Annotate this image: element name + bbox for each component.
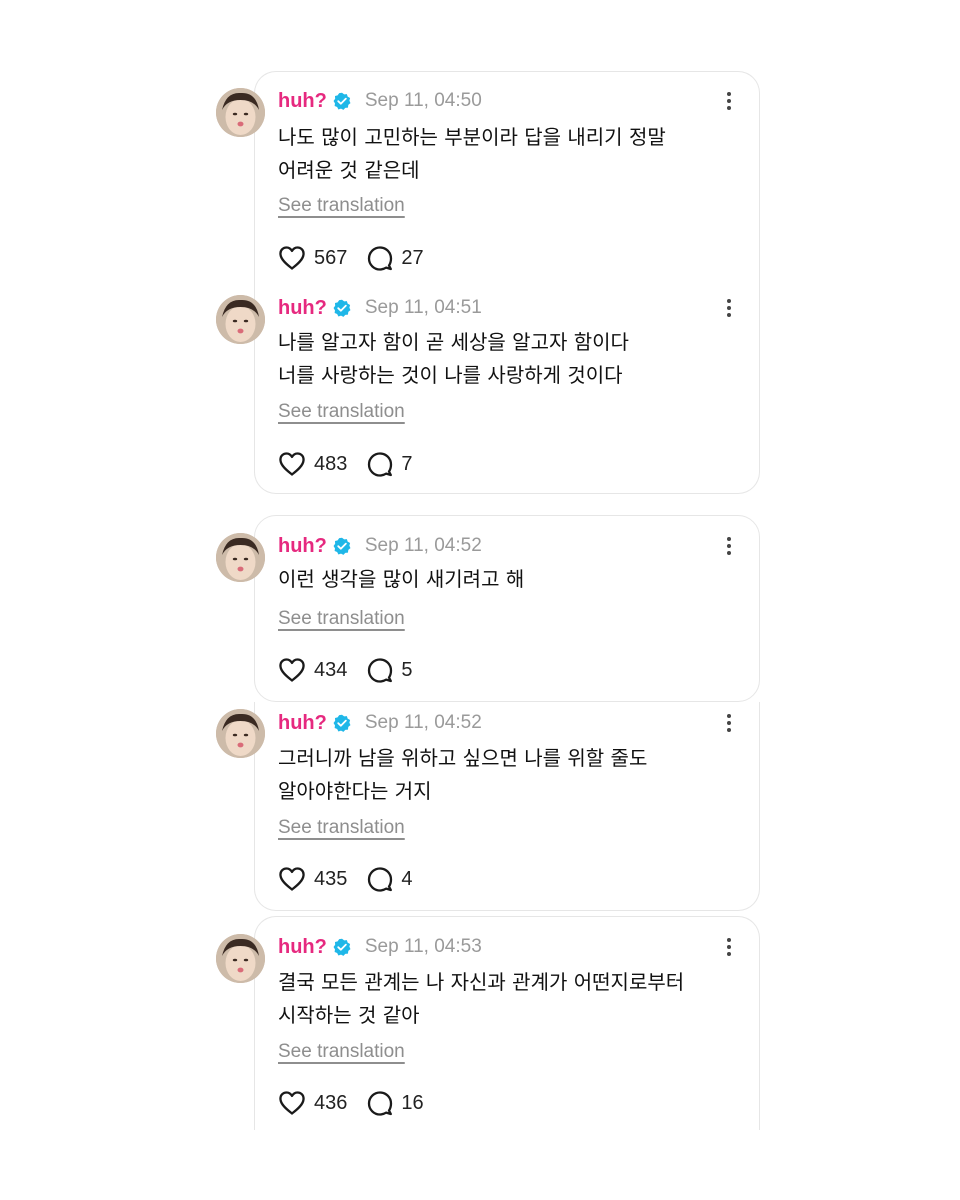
post-card: huh? Sep 11, 04:51 나를 알고자 함이 곧 세상을 알고자 함… (216, 282, 760, 494)
heart-icon (279, 658, 305, 682)
more-options-icon[interactable] (719, 91, 739, 111)
like-count: 436 (314, 1091, 348, 1114)
username[interactable]: huh? (278, 712, 327, 735)
verified-badge-icon (333, 714, 351, 732)
reply-count: 4 (401, 867, 413, 890)
heart-icon (279, 1091, 305, 1115)
verified-badge-icon (333, 938, 351, 956)
avatar[interactable] (216, 533, 265, 582)
username[interactable]: huh? (278, 297, 327, 320)
see-translation-link[interactable]: See translation (278, 608, 405, 630)
reply-button[interactable]: 5 (367, 657, 413, 683)
like-button[interactable]: 434 (278, 657, 347, 683)
heart-icon (279, 452, 305, 476)
timestamp: Sep 11, 04:52 (364, 535, 482, 556)
comment-bubble-icon (368, 658, 393, 683)
reply-count: 7 (401, 452, 413, 475)
reply-button[interactable]: 16 (367, 1090, 424, 1116)
like-count: 567 (314, 246, 348, 269)
heart-icon (279, 246, 305, 270)
see-translation-link[interactable]: See translation (278, 817, 405, 839)
post-text: 결국 모든 관계는 나 자신과 관계가 어떤지로부터 시작하는 것 같아 (278, 970, 685, 1027)
like-count: 435 (314, 867, 348, 890)
verified-badge-icon (333, 299, 351, 317)
comment-bubble-icon (368, 246, 393, 271)
avatar[interactable] (216, 295, 265, 344)
reply-button[interactable]: 7 (367, 451, 413, 477)
like-button[interactable]: 483 (278, 451, 347, 477)
heart-icon (279, 867, 305, 891)
avatar[interactable] (216, 88, 265, 137)
more-options-icon[interactable] (719, 937, 739, 957)
post-card: huh? Sep 11, 04:52 그러니까 남을 위하고 싶으면 나를 위할… (216, 702, 760, 911)
see-translation-link[interactable]: See translation (278, 195, 405, 217)
reply-button[interactable]: 4 (367, 866, 413, 892)
like-button[interactable]: 436 (278, 1090, 347, 1116)
post-card: huh? Sep 11, 04:50 나도 많이 고민하는 부분이라 답을 내리… (216, 71, 760, 285)
post-text: 이런 생각을 많이 새기려고 해 (278, 567, 525, 591)
reply-count: 16 (401, 1091, 424, 1114)
reply-button[interactable]: 27 (367, 245, 424, 271)
like-count: 434 (314, 658, 348, 681)
timestamp: Sep 11, 04:52 (364, 712, 482, 733)
username[interactable]: huh? (278, 936, 327, 959)
timestamp: Sep 11, 04:53 (364, 936, 482, 957)
post-text: 그러니까 남을 위하고 싶으면 나를 위할 줄도 알아야한다는 거지 (278, 746, 648, 803)
post-card: huh? Sep 11, 04:52 이런 생각을 많이 새기려고 해 See … (216, 515, 760, 702)
like-button[interactable]: 567 (278, 245, 347, 271)
like-button[interactable]: 435 (278, 866, 347, 892)
post-text: 나를 알고자 함이 곧 세상을 알고자 함이다 너를 사랑하는 것이 나를 사랑… (278, 330, 629, 387)
more-options-icon[interactable] (719, 536, 739, 556)
more-options-icon[interactable] (719, 713, 739, 733)
post-text: 나도 많이 고민하는 부분이라 답을 내리기 정말 어려운 것 같은데 (278, 125, 666, 182)
thread-feed: huh? Sep 11, 04:50 나도 많이 고민하는 부분이라 답을 내리… (0, 0, 960, 1200)
comment-bubble-icon (368, 1091, 393, 1116)
username[interactable]: huh? (278, 535, 327, 558)
timestamp: Sep 11, 04:50 (364, 90, 482, 111)
post-card: huh? Sep 11, 04:53 결국 모든 관계는 나 자신과 관계가 어… (216, 916, 760, 1130)
comment-bubble-icon (368, 452, 393, 477)
see-translation-link[interactable]: See translation (278, 1041, 405, 1063)
like-count: 483 (314, 452, 348, 475)
reply-count: 27 (401, 246, 424, 269)
see-translation-link[interactable]: See translation (278, 401, 405, 423)
verified-badge-icon (333, 537, 351, 555)
verified-badge-icon (333, 92, 351, 110)
avatar[interactable] (216, 709, 265, 758)
timestamp: Sep 11, 04:51 (364, 297, 482, 318)
reply-count: 5 (401, 658, 413, 681)
avatar[interactable] (216, 934, 265, 983)
comment-bubble-icon (368, 867, 393, 892)
more-options-icon[interactable] (719, 298, 739, 318)
username[interactable]: huh? (278, 90, 327, 113)
